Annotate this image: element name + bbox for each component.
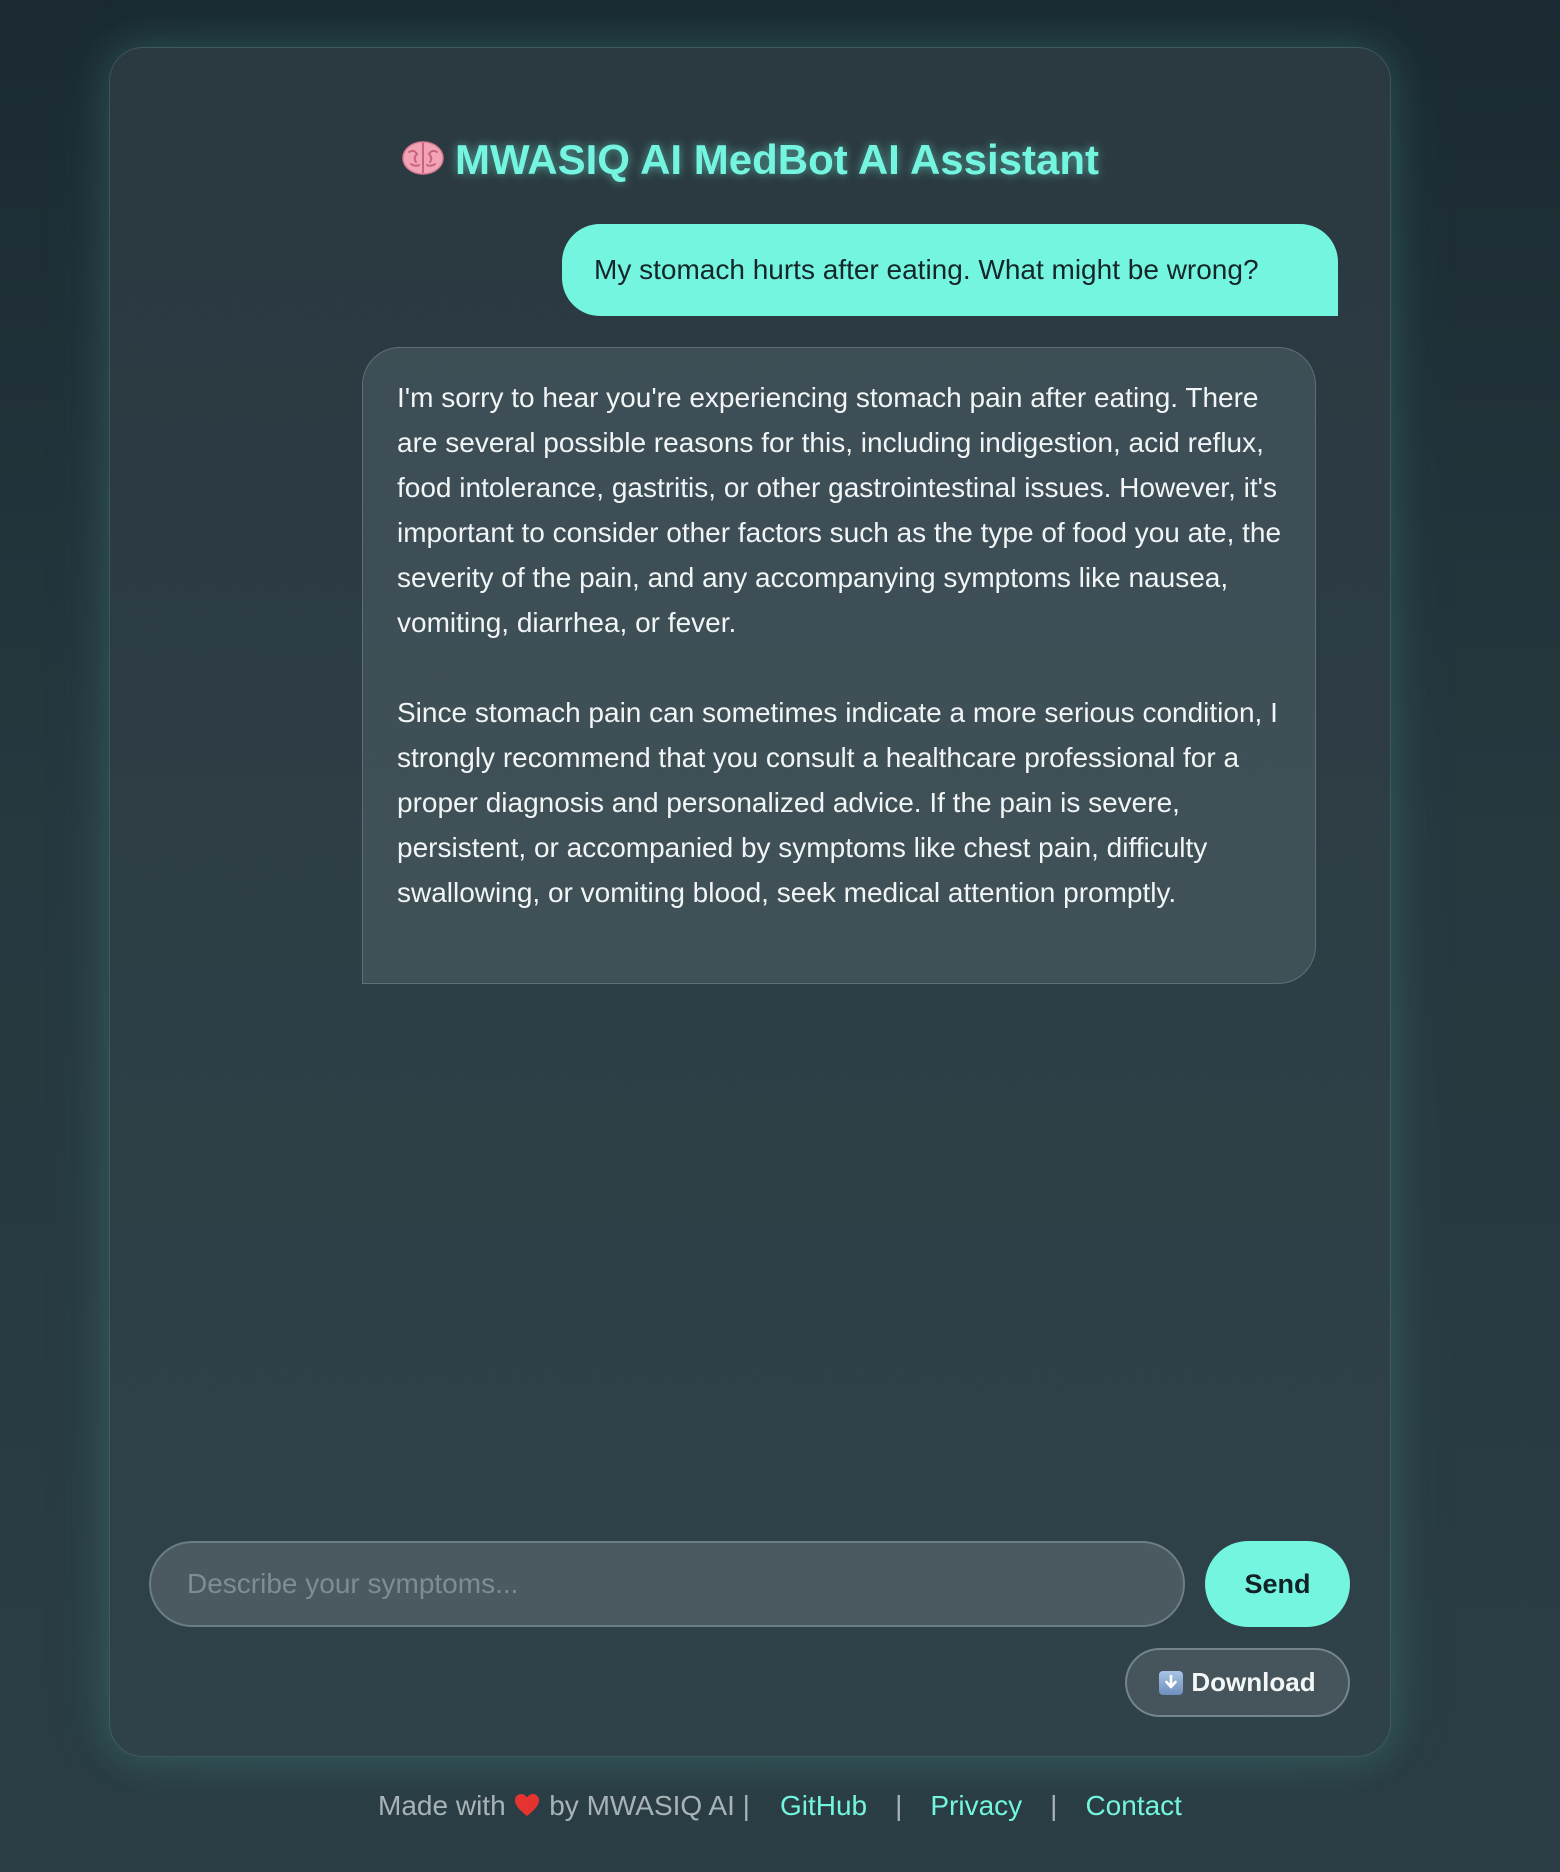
- download-label: Download: [1191, 1667, 1316, 1697]
- page-title-text: MWASIQ AI MedBot AI Assistant: [454, 136, 1100, 183]
- contact-link[interactable]: Contact: [1085, 1790, 1182, 1821]
- download-arrow-icon: [1159, 1670, 1184, 1695]
- user-message: My stomach hurts after eating. What migh…: [562, 224, 1338, 316]
- assistant-paragraph: Since stomach pain can sometimes indicat…: [397, 697, 1278, 908]
- assistant-message: I'm sorry to hear you're experiencing st…: [362, 347, 1316, 984]
- heart-icon: [513, 1792, 541, 1818]
- footer-author: by MWASIQ AI |: [549, 1790, 750, 1821]
- footer-separator: |: [895, 1790, 903, 1821]
- brain-icon: [401, 138, 445, 178]
- footer-made-with: Made with: [378, 1790, 506, 1821]
- page-title: MWASIQ AI MedBot AI Assistant: [110, 136, 1390, 184]
- footer: Made with by MWASIQ AI | GitHub | Privacy | C…: [0, 1790, 1560, 1822]
- chat-card: MWASIQ AI MedBot AI Assistant My stomach…: [109, 47, 1391, 1757]
- symptoms-input[interactable]: [149, 1541, 1185, 1627]
- privacy-link[interactable]: Privacy: [930, 1790, 1022, 1821]
- assistant-paragraph: I'm sorry to hear you're experiencing st…: [397, 382, 1282, 638]
- download-button[interactable]: Download: [1125, 1648, 1350, 1717]
- footer-separator: |: [1050, 1790, 1058, 1821]
- send-button[interactable]: Send: [1205, 1541, 1350, 1627]
- github-link[interactable]: GitHub: [780, 1790, 867, 1821]
